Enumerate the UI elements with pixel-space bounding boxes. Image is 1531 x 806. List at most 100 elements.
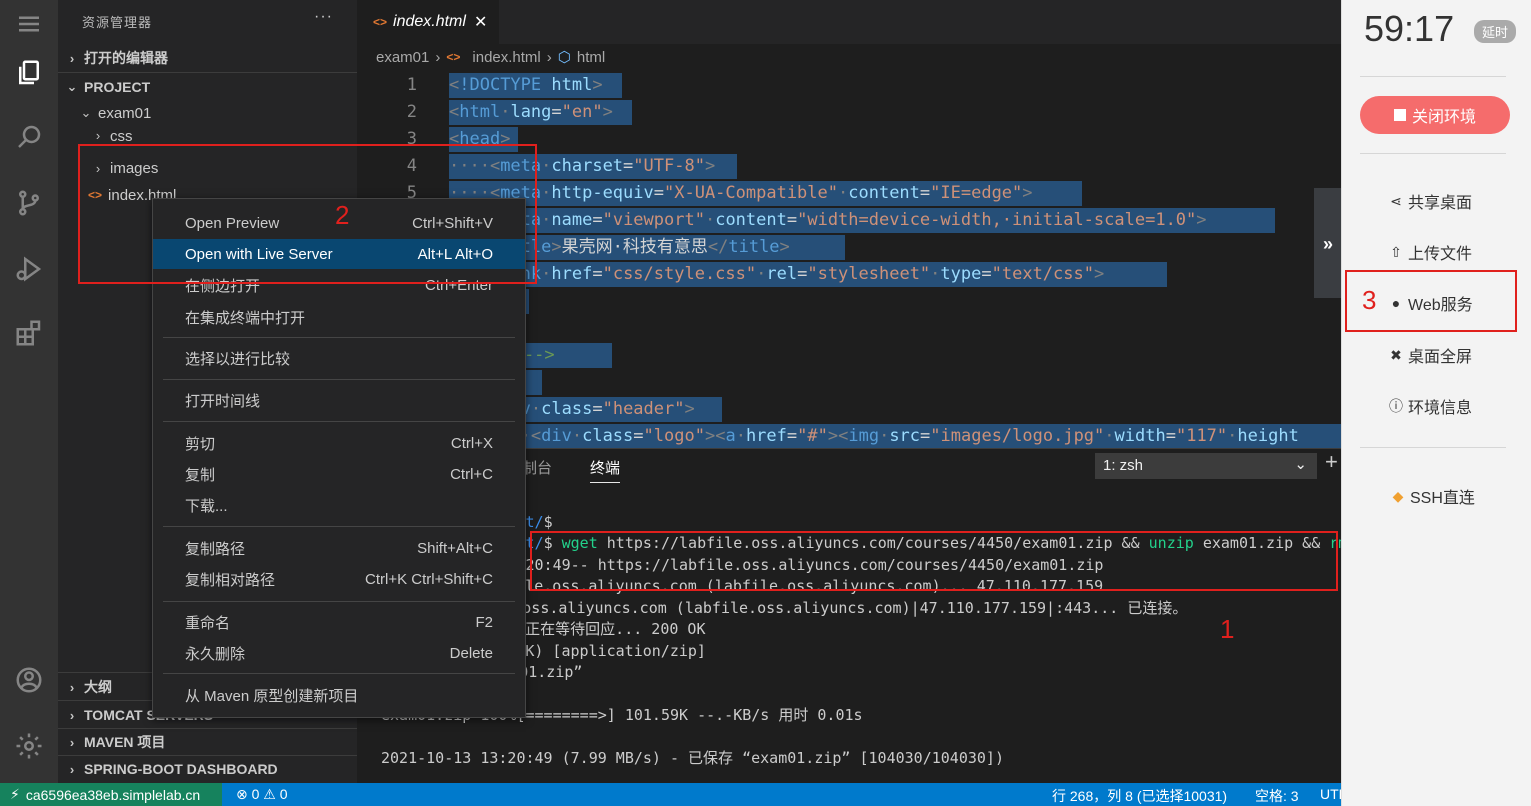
divider <box>1360 76 1506 77</box>
menu-item-shortcut: Ctrl+K Ctrl+Shift+C <box>365 570 493 588</box>
menu-item-label: 复制相对路径 <box>185 571 276 589</box>
annotation-number-2: 2 <box>335 200 350 230</box>
menu-separator <box>163 673 515 674</box>
encoding[interactable]: UTF-8 <box>1320 786 1341 802</box>
terminal-line: 2021-10-13 13:20:49 (7.99 MB/s) - 已保存 “e… <box>381 749 1004 767</box>
spring-boot-section[interactable]: › SPRING-BOOT DASHBOARD <box>58 756 357 782</box>
code-line[interactable]: 2 <html·lang="en"> <box>357 99 1341 126</box>
ssh-button[interactable]: ◆ SSH直连 <box>1390 484 1475 508</box>
tab-index-html[interactable]: <> index.html ✕ <box>357 0 499 44</box>
menu-item-label: 打开时间线 <box>185 392 261 410</box>
context-menu-item[interactable]: 下载... <box>153 490 525 520</box>
chevron-right-icon: › <box>95 128 101 142</box>
chevron-down-icon: ⌄ <box>80 105 92 120</box>
html-file-icon: <> <box>446 50 461 64</box>
section-divider <box>58 72 357 73</box>
project-section[interactable]: ⌄ PROJECT <box>58 74 357 100</box>
collapse-panel-button[interactable]: » <box>1314 188 1342 298</box>
env-info-button[interactable]: ⓘ 环境信息 <box>1388 394 1472 418</box>
context-menu-item[interactable]: 复制路径 Shift+Alt+C <box>153 533 525 563</box>
context-menu-item[interactable]: 选择以进行比较 <box>153 343 525 373</box>
more-actions-icon[interactable]: ··· <box>314 8 333 26</box>
terminal-line: exam01.zip 100%[========>] 101.59K --.-K… <box>381 706 863 724</box>
menu-separator <box>163 379 515 380</box>
code-line[interactable]: 1 <!DOCTYPE html> <box>357 72 1341 99</box>
tree-item-css[interactable]: › css <box>58 128 357 142</box>
source-control-icon[interactable] <box>9 183 49 223</box>
menu-item-shortcut: Ctrl+X <box>450 434 493 452</box>
indentation[interactable]: 空格: 3 <box>1255 786 1299 806</box>
divider <box>1360 153 1506 154</box>
context-menu-item[interactable]: 在集成终端中打开 <box>153 302 525 332</box>
annotation-number-1: 1 <box>1220 614 1235 644</box>
html-file-icon: <> <box>373 15 388 29</box>
share-desktop-button[interactable]: ⋖ 共享桌面 <box>1388 189 1472 213</box>
menu-item-shortcut: Ctrl+C <box>450 465 493 483</box>
menu-separator <box>163 337 515 338</box>
explorer-icon[interactable] <box>9 53 49 93</box>
context-menu-item[interactable]: 剪切 Ctrl+X <box>153 428 525 458</box>
chevron-right-icon: › <box>69 50 75 66</box>
menu-item-label: 剪切 <box>185 435 216 453</box>
context-menu-item[interactable]: 复制 Ctrl+C <box>153 459 525 489</box>
context-menu-item[interactable]: 重命名 F2 <box>153 607 525 637</box>
terminal-line: project:~/project/$ <box>381 512 553 531</box>
menu-item-label: 复制路径 <box>185 540 246 558</box>
chevron-right-icon: › <box>435 48 441 66</box>
expand-icon: ✖ <box>1390 346 1402 363</box>
activity-bar <box>0 0 58 783</box>
terminal-line: 已发出 HTTP 请求，正在等待回应... 200 OK <box>381 620 706 638</box>
breadcrumb-folder[interactable]: exam01 <box>376 49 429 66</box>
close-icon[interactable]: ✕ <box>474 12 487 32</box>
annotation-number-3: 3 <box>1362 285 1377 315</box>
chevron-right-icon: › <box>69 734 75 750</box>
terminal-line: 正在连接 labfile.oss.aliyuncs.com (labfile.o… <box>381 598 1188 617</box>
stop-icon <box>1393 109 1406 121</box>
editor-tabbar: <> index.html ✕ <box>357 0 1341 44</box>
upload-file-button[interactable]: ⇧ 上传文件 <box>1388 240 1472 264</box>
open-editors-section[interactable]: › 打开的编辑器 <box>58 45 357 71</box>
countdown-timer: 59:17 <box>1364 8 1455 49</box>
menu-icon[interactable] <box>9 4 49 44</box>
code-text: ····<link·href="css/style.css"·rel="styl… <box>449 264 1105 284</box>
remote-indicator[interactable]: ⚡ ca6596ea38eb.simplelab.cn <box>0 783 222 806</box>
menu-item-label: 在集成终端中打开 <box>185 309 306 327</box>
breadcrumb: exam01 › <> index.html › ⬡ html <box>376 48 605 67</box>
chevron-right-icon: › <box>546 48 552 66</box>
cursor-position[interactable]: 行 268，列 8 (已选择10031) <box>1052 786 1227 806</box>
context-menu-item[interactable]: 复制相对路径 Ctrl+K Ctrl+Shift+C <box>153 564 525 594</box>
menu-item-label: 从 Maven 原型创建新项目 <box>185 687 359 705</box>
add-terminal-button[interactable]: + <box>1325 449 1338 475</box>
tree-item-exam01[interactable]: ⌄ exam01 <box>58 100 357 126</box>
settings-gear-icon[interactable] <box>9 726 49 766</box>
chevron-right-icon: › <box>69 679 75 695</box>
extend-time-button[interactable]: 延时 <box>1474 20 1517 43</box>
context-menu-item[interactable]: 打开时间线 <box>153 385 525 415</box>
menu-item-label: 永久删除 <box>185 645 246 663</box>
chevron-down-icon: ⌄ <box>66 79 78 94</box>
menu-separator <box>163 601 515 602</box>
status-bar: ⚡ ca6596ea38eb.simplelab.cn ⊗ 0 ⚠ 0 行 26… <box>0 783 1341 806</box>
context-menu-item[interactable]: 永久删除 Delete <box>153 638 525 668</box>
fullscreen-button[interactable]: ✖ 桌面全屏 <box>1388 343 1472 367</box>
extensions-icon[interactable] <box>9 313 49 353</box>
menu-separator <box>163 526 515 527</box>
breadcrumb-element[interactable]: html <box>577 49 605 66</box>
maven-section[interactable]: › MAVEN 项目 <box>58 729 357 755</box>
chevron-right-icon: › <box>69 761 75 777</box>
close-environment-button[interactable]: 关闭环境 <box>1360 96 1510 134</box>
context-menu-item[interactable]: 从 Maven 原型创建新项目 <box>153 680 525 710</box>
line-number: 2 <box>406 102 417 122</box>
terminal-select[interactable]: 1: zsh ⌄ <box>1095 453 1317 479</box>
tab-terminal[interactable]: 终端 <box>590 457 621 483</box>
code-text: ········<div·class="logo"><a·href="#"><i… <box>449 426 1299 446</box>
problems-indicator[interactable]: ⊗ 0 ⚠ 0 <box>236 786 288 803</box>
breadcrumb-file[interactable]: index.html <box>472 49 540 66</box>
menu-separator <box>163 421 515 422</box>
run-debug-icon[interactable] <box>9 249 49 289</box>
search-icon[interactable] <box>9 117 49 157</box>
code-text: ····<meta·name="viewport"·content="width… <box>449 210 1207 230</box>
account-icon[interactable] <box>9 660 49 700</box>
